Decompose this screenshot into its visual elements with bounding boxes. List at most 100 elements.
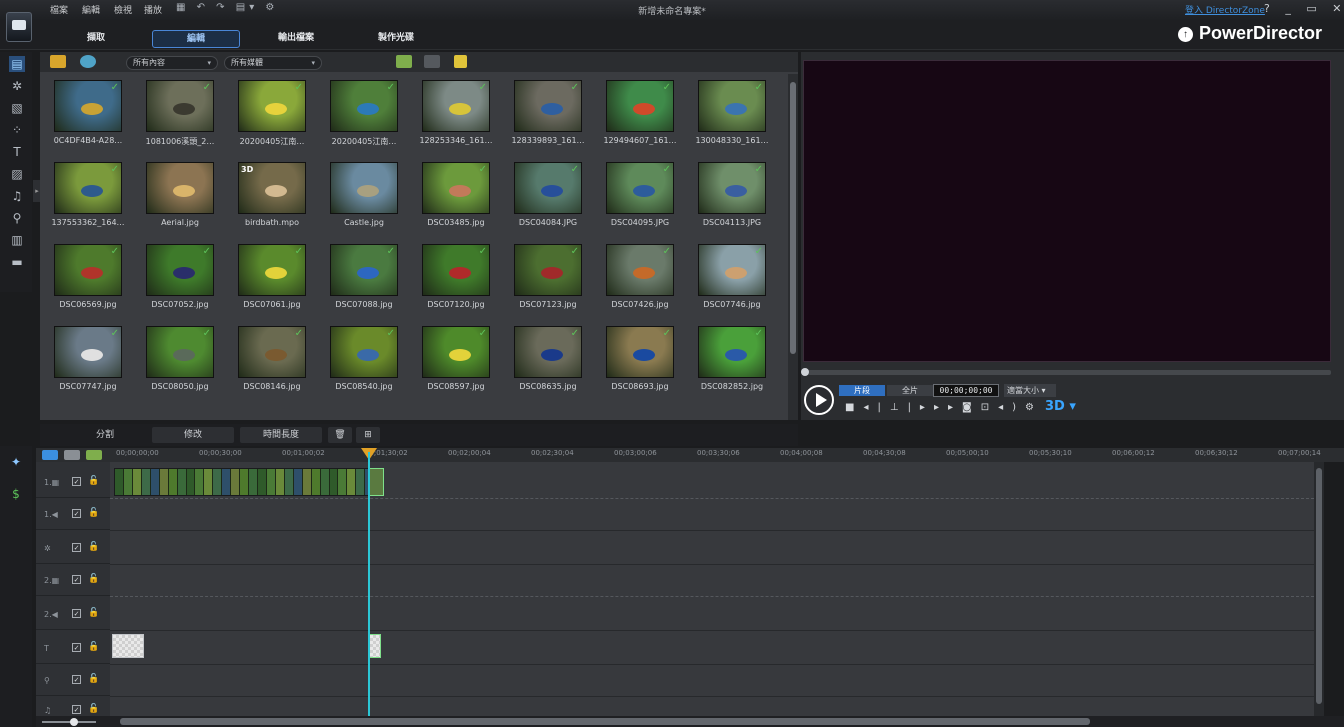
timeline-track[interactable] (110, 565, 1314, 597)
video-clip-strip[interactable] (114, 468, 384, 496)
directorzone-login-link[interactable]: 登入 DirectorZone (1185, 3, 1265, 16)
clip-mode-tab[interactable]: 片段 (839, 385, 885, 396)
lock-icon[interactable]: 🔓 (88, 608, 99, 618)
track-enable-checkbox[interactable]: ✓ (72, 575, 81, 584)
media-item[interactable]: ✓ DSC07120.jpg (410, 238, 502, 320)
fast-forward-icon[interactable]: ▸▸ (934, 402, 962, 413)
media-item[interactable]: ✓ DSC07061.jpg (226, 238, 318, 320)
undock-icon[interactable]: ⊡ (981, 402, 998, 413)
timeline-track[interactable] (110, 665, 1314, 697)
settings-icon[interactable]: ⚙ (1025, 402, 1043, 413)
view-grid-icon[interactable] (454, 55, 467, 68)
timeline-track[interactable] (110, 599, 1314, 631)
preview-seek-bar[interactable] (801, 368, 1331, 376)
zoom-slider-knob[interactable] (70, 718, 78, 726)
trash-icon[interactable]: 🗑 (328, 427, 352, 443)
voice-over-room-icon[interactable]: ⚲ (9, 210, 25, 226)
zoom-slider[interactable] (42, 718, 96, 726)
timecode-display[interactable]: 00;00;00;00 (933, 384, 999, 397)
import-folder-icon[interactable] (50, 55, 66, 68)
media-item[interactable]: ✓ DSC08635.jpg (502, 320, 594, 402)
snapshot-icon[interactable]: ◙ (962, 402, 981, 413)
lock-icon[interactable]: 🔓 (88, 574, 99, 584)
tab-produce[interactable]: 輸出檔案 (252, 30, 340, 48)
content-filter-dropdown[interactable]: 所有內容 ▾ (126, 56, 218, 70)
media-item[interactable]: Aerial.jpg (134, 156, 226, 238)
media-item[interactable]: ✓ DSC04113.JPG (686, 156, 778, 238)
window-controls[interactable]: ? _ ▭ ✕ (1264, 2, 1344, 15)
add-track-icon[interactable] (86, 450, 102, 460)
track-enable-checkbox[interactable]: ✓ (72, 705, 81, 714)
tab-create-disc[interactable]: 製作光碟 (352, 30, 440, 48)
timeline-ruler[interactable]: 00;00;00;00 00;00;30;00 00;01;00;02 00;01;3… (36, 448, 1344, 462)
mark-icon[interactable]: ⊥ (890, 402, 908, 413)
media-item[interactable]: ✓ DSC07123.jpg (502, 238, 594, 320)
tab-capture[interactable]: 擷取 (52, 30, 140, 48)
track-enable-checkbox[interactable]: ✓ (72, 477, 81, 486)
media-item[interactable]: ✓ 130048330_161… (686, 74, 778, 156)
media-item[interactable]: ✓ DSC04084.JPG (502, 156, 594, 238)
transition-room-icon[interactable]: ▨ (9, 166, 25, 182)
playback-controls[interactable]: ■◂|⊥|▸▸▸◙⊡◂)⚙ (845, 402, 1043, 413)
media-item[interactable]: ✓ 1081006溪頭_2… (134, 74, 226, 156)
split-button[interactable]: 分割 (64, 427, 146, 443)
media-item[interactable]: ✓ DSC07088.jpg (318, 238, 410, 320)
app-icon[interactable] (6, 12, 32, 42)
media-item[interactable]: ✓ DSC08540.jpg (318, 320, 410, 402)
track-enable-checkbox[interactable]: ✓ (72, 675, 81, 684)
media-item[interactable]: ✓ DSC04095.JPG (594, 156, 686, 238)
effect-room-icon[interactable]: ✲ (9, 78, 25, 94)
media-item[interactable]: ✓ 129494607_161… (594, 74, 686, 156)
media-item[interactable] (502, 402, 594, 420)
lock-icon[interactable]: 🔓 (88, 508, 99, 518)
storyboard-view-icon[interactable] (64, 450, 80, 460)
media-item[interactable]: ✓ DSC07747.jpg (42, 320, 134, 402)
delete-media-icon[interactable] (424, 55, 440, 68)
media-item[interactable] (686, 402, 778, 420)
media-item[interactable]: ✓ 0C4DF4B4-A28… (42, 74, 134, 156)
audio-mixing-room-icon[interactable]: ♫ (9, 188, 25, 204)
modify-button[interactable]: 修改 (152, 427, 234, 443)
multi-trim-icon[interactable]: ⊞ (356, 427, 380, 443)
media-item[interactable] (226, 402, 318, 420)
media-item[interactable]: ✓ 137553362_164… (42, 156, 134, 238)
track-enable-checkbox[interactable]: ✓ (72, 543, 81, 552)
3d-mode-button[interactable]: 3D ▾ (1045, 399, 1076, 414)
volume-icon[interactable]: ◂) (998, 402, 1025, 413)
media-item[interactable]: ✓ DSC07052.jpg (134, 238, 226, 320)
media-item[interactable]: ✓ 20200405江南… (318, 74, 410, 156)
lock-icon[interactable]: 🔓 (88, 704, 99, 714)
selected-clip[interactable] (368, 468, 384, 496)
scrollbar-thumb[interactable] (790, 82, 796, 354)
media-item[interactable]: ✓ 128339893_161… (502, 74, 594, 156)
media-item[interactable]: ✓ DSC07746.jpg (686, 238, 778, 320)
media-item[interactable]: ✓ DSC08693.jpg (594, 320, 686, 402)
timeline-vertical-scrollbar[interactable] (1314, 462, 1324, 716)
media-item[interactable]: ✓ DSC08146.jpg (226, 320, 318, 402)
media-item[interactable]: ✓ DSC03485.jpg (410, 156, 502, 238)
media-item[interactable]: ✓ 128253346_161… (410, 74, 502, 156)
stop-icon[interactable]: ■ (845, 402, 863, 413)
lock-icon[interactable]: 🔓 (88, 542, 99, 552)
add-to-timeline-icon[interactable] (396, 55, 412, 68)
track-enable-checkbox[interactable]: ✓ (72, 643, 81, 652)
media-room-icon[interactable]: ▤ (9, 56, 25, 72)
movie-mode-tab[interactable]: 全片 (887, 385, 933, 396)
scrollbar-thumb[interactable] (1316, 468, 1322, 704)
timeline-track[interactable] (110, 533, 1314, 565)
subtitle-room-icon[interactable]: ▬ (9, 254, 25, 270)
seek-slider-knob[interactable] (801, 368, 809, 376)
previous-frame-icon[interactable]: ◂| (863, 402, 889, 413)
media-item[interactable]: Castle.jpg (318, 156, 410, 238)
tab-edit[interactable]: 編輯 (152, 30, 240, 48)
duration-button[interactable]: 時間長度 (240, 427, 322, 443)
pip-room-icon[interactable]: ▧ (9, 100, 25, 116)
media-item[interactable]: ✓ DSC07426.jpg (594, 238, 686, 320)
media-item[interactable]: 3D (42, 402, 134, 420)
magic-tools-icon[interactable]: ✦ (8, 454, 24, 470)
media-item[interactable] (318, 402, 410, 420)
download-media-icon[interactable] (80, 55, 96, 68)
playhead-line[interactable] (368, 452, 370, 717)
scrollbar-thumb[interactable] (120, 718, 1090, 725)
title-clip[interactable] (112, 634, 144, 658)
